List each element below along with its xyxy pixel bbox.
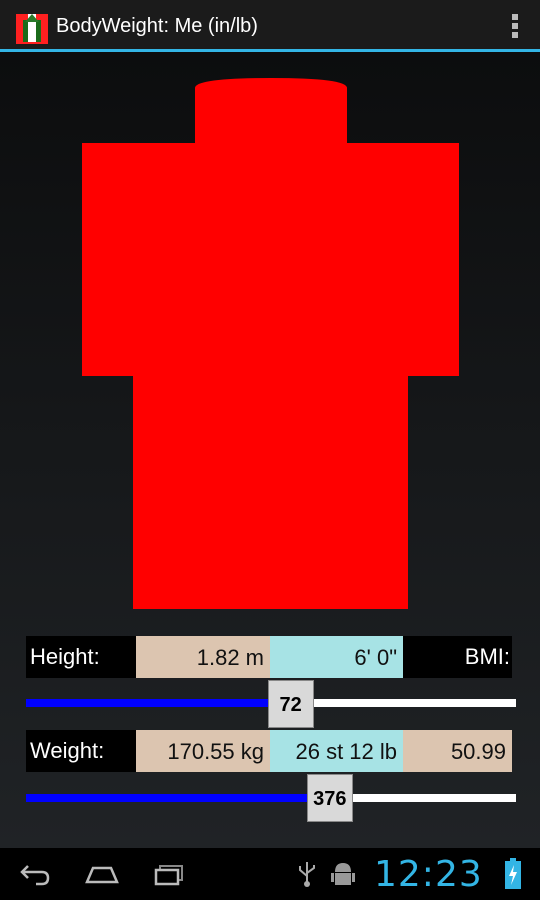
overflow-menu-icon[interactable] <box>510 14 520 40</box>
height-imperial-value: 6' 0" <box>270 636 403 678</box>
weight-label: Weight: <box>26 730 136 772</box>
battery-charging-icon <box>505 858 521 889</box>
weight-slider-fill <box>26 794 330 802</box>
clock: 12:23 <box>374 854 483 895</box>
main-content: Height: 1.82 m 6' 0" BMI: 72 Weight: 170… <box>0 52 540 848</box>
action-bar: BodyWeight: Me (in/lb) <box>0 0 540 52</box>
height-slider-thumb[interactable]: 72 <box>267 680 314 728</box>
height-metric-value: 1.82 m <box>136 636 270 678</box>
height-label: Height: <box>26 636 136 678</box>
system-bar: 12:23 <box>0 848 540 900</box>
app-logo-icon[interactable] <box>14 10 50 46</box>
usb-icon <box>299 862 315 887</box>
height-slider-fill <box>26 699 291 707</box>
app-title: BodyWeight: Me (in/lb) <box>56 15 258 37</box>
bmi-label: BMI: <box>403 636 512 678</box>
home-icon[interactable] <box>84 860 120 888</box>
body-silhouette <box>82 78 459 609</box>
weight-slider-thumb[interactable]: 376 <box>306 774 353 822</box>
weight-metric-value: 170.55 kg <box>136 730 270 772</box>
weight-stone-value: 26 st 12 lb <box>270 730 403 772</box>
android-debug-icon <box>331 863 355 885</box>
recent-apps-icon[interactable] <box>152 860 186 888</box>
back-icon[interactable] <box>18 860 52 888</box>
bmi-value: 50.99 <box>403 730 512 772</box>
body-figure <box>82 78 459 609</box>
